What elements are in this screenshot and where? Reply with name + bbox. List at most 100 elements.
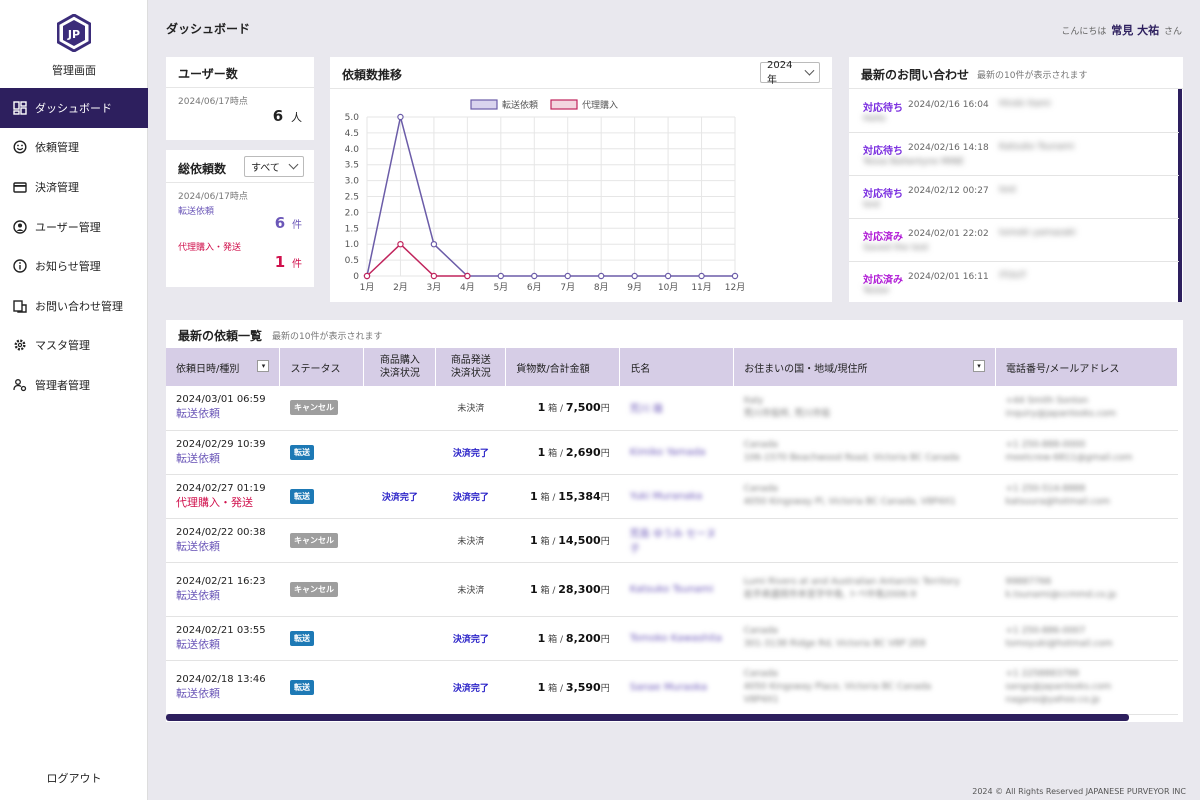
greeting-suffix: さん [1163, 27, 1182, 37]
cell-shipping-payment: 決済完了 [435, 474, 506, 519]
customer-name[interactable]: Tomoko Kawashita [630, 633, 722, 644]
x-tick-label: 7月 [560, 282, 575, 293]
brand-logo-icon[interactable]: JP [56, 13, 92, 53]
cell-date-type: 2024/02/21 16:23 転送依頼 [166, 562, 280, 617]
requests-table: 依頼日時/種別 ▾ ステータス 商品購入 決済状況 商品発送 決済状況 貨物数/合… [166, 348, 1179, 715]
sidebar-item-admins[interactable]: 管理者管理 [0, 365, 148, 405]
sidebar-item-master[interactable]: マスタ管理 [0, 326, 148, 366]
requests-title: 最新の依頼一覧 [178, 329, 263, 343]
total-requests-card: 総依頼数 すべて 2024/06/17時点 転送依頼 6 件 代理購入・発送 1… [166, 150, 314, 287]
x-tick-label: 11月 [691, 282, 711, 293]
request-date: 2024/02/21 03:55 [176, 624, 266, 636]
latest-inquiries-card: 最新のお問い合わせ 最新の10件が表示されます 対応待ち 2024/02/16 … [849, 57, 1183, 302]
customer-name[interactable]: 荒川 雄 [630, 404, 663, 415]
yen-unit: 円 [600, 683, 610, 694]
request-date: 2024/02/22 00:38 [176, 526, 266, 538]
sidebar-item-payments[interactable]: 決済管理 [0, 167, 148, 207]
sort-icon[interactable]: ▾ [257, 359, 270, 372]
customer-name[interactable]: Yuki Muranaka [630, 491, 702, 502]
inquiry-item[interactable]: 対応済み 2024/02/01 16:11 ITOUT Tester [849, 262, 1179, 302]
data-point [564, 272, 571, 280]
cell-address [733, 518, 996, 563]
customer-name[interactable]: 荒島 ゆうみ セーヌ 子 [630, 529, 716, 555]
table-row[interactable]: 2024/02/27 01:19 代理購入・発送 転送 決済完了 決済完了 1 箱 / 1… [166, 474, 1178, 519]
horizontal-scrollbar[interactable] [166, 714, 1129, 721]
customer-address: Canada 301-3138 Ridge Rd, Victoria BC V8… [743, 626, 926, 649]
customer-contact: +1 250-888-0000 meetcrew-6811@gmail.com [1005, 440, 1133, 463]
yen-unit: 円 [600, 492, 610, 503]
cell-purchase-payment [363, 518, 436, 563]
cell-address: Canada 301-3138 Ridge Rd, Victoria BC V8… [733, 616, 996, 661]
customer-contact: +1 2258883799 sangs@japanlooks.com nagan… [1005, 668, 1112, 705]
cell-status: 転送 [279, 430, 364, 475]
sidebar-item-label: 依頼管理 [35, 141, 79, 155]
table-row[interactable]: 2024/02/29 10:39 転送依頼 転送 決済完了 1 箱 / 2,690円 Ki… [166, 430, 1178, 475]
sidebar-item-dashboard[interactable]: ダッシュボード [0, 88, 148, 128]
cell-contact: +1 250-886-0007 tomoyuki@hotmail.com [995, 616, 1178, 661]
sidebar-item-inquiries[interactable]: お問い合わせ管理 [0, 286, 148, 326]
user-circle-icon [12, 219, 28, 235]
legend-swatch [550, 99, 578, 110]
request-date: 2024/02/18 13:46 [176, 673, 266, 685]
table-row[interactable]: 2024/02/21 03:55 転送依頼 転送 決済完了 1 箱 / 8,200円 To… [166, 616, 1178, 661]
inquiry-item[interactable]: 対応待ち 2024/02/16 16:04 Hiroki Itami Hello [849, 90, 1179, 133]
cell-address: Italy 荒川市役所, 荒川市役 [733, 386, 996, 431]
y-tick-label: 2.5 [345, 193, 359, 203]
sidebar-item-requests[interactable]: 依頼管理 [0, 128, 148, 168]
year-select-value: 2024年 [767, 59, 793, 86]
col-address[interactable]: お住まいの国・地域/現住所 ▾ [733, 348, 996, 386]
request-date: 2024/03/01 06:59 [176, 394, 266, 406]
box-unit: 箱 [548, 634, 558, 645]
table-row[interactable]: 2024/03/01 06:59 転送依頼 キャンセル 未決済 1 箱 / 7,500円… [166, 386, 1178, 431]
chevron-down-icon [804, 65, 815, 76]
cell-date-type: 2024/02/21 03:55 転送依頼 [166, 616, 280, 661]
customer-name[interactable]: Katsuko Tsunami [630, 584, 714, 595]
total-amount: 3,590 [565, 680, 601, 694]
sort-icon[interactable]: ▾ [972, 359, 985, 372]
inquiry-date: 2024/02/01 16:11 [908, 272, 989, 282]
cell-status: キャンセル [279, 518, 364, 563]
inquiry-item[interactable]: 対応済み 2024/02/01 22:02 tomoki yamazaki Sa… [849, 219, 1179, 262]
cell-contact: +44 Smith Sonton inquiry@japanlooks.com [995, 386, 1178, 431]
cell-name: Tomoko Kawashita [619, 616, 734, 661]
x-tick-label: 9月 [627, 282, 642, 293]
customer-name[interactable]: Kimiko Yamada [630, 447, 706, 458]
cell-date-type: 2024/02/22 00:38 転送依頼 [166, 518, 280, 563]
user-name: 常見 大祐 [1111, 24, 1160, 37]
cell-amount: 1 箱 / 28,300円 [505, 562, 620, 617]
cell-name: Kimiko Yamada [619, 430, 734, 475]
customer-name[interactable]: Sanae Muraoka [630, 682, 707, 693]
total-filter-value: すべて [251, 163, 280, 174]
sidebar-item-notices[interactable]: お知らせ管理 [0, 246, 148, 286]
status-badge: 転送 [289, 630, 314, 646]
legend-label: 転送依頼 [502, 99, 538, 111]
inquiry-date: 2024/02/16 16:04 [908, 100, 989, 110]
sidebar-item-users[interactable]: ユーザー管理 [0, 207, 148, 247]
data-point [731, 272, 739, 280]
transfer-label: 転送依頼 [178, 207, 215, 217]
user-count-title: ユーザー数 [178, 67, 238, 81]
proxy-count: 1 [274, 253, 286, 271]
table-row[interactable]: 2024/02/22 00:38 転送依頼 キャンセル 未決済 1 箱 / 14,500… [166, 518, 1178, 563]
cell-shipping-payment: 決済完了 [435, 430, 506, 475]
inquiry-item[interactable]: 対応待ち 2024/02/12 00:27 test test [849, 176, 1179, 219]
total-filter-select[interactable]: すべて [244, 156, 304, 177]
data-point [430, 240, 438, 248]
y-tick-label: 2.0 [345, 208, 360, 218]
x-tick-label: 12月 [725, 282, 745, 293]
divider [849, 88, 1183, 89]
y-tick-label: 5.0 [345, 113, 360, 123]
customer-address: Canada 4050 Kingsway Place, Victoria BC … [743, 668, 932, 705]
col-date-type[interactable]: 依頼日時/種別 ▾ [166, 348, 281, 386]
inquiry-item[interactable]: 対応待ち 2024/02/16 14:18 Katsuko Tsunami Te… [849, 133, 1179, 176]
col-purchase-payment: 商品購入 決済状況 [363, 348, 437, 386]
col-status: ステータス [279, 348, 365, 386]
chevron-down-icon [288, 159, 299, 170]
shipping-payment-status: 未決済 [457, 585, 485, 596]
table-row[interactable]: 2024/02/21 16:23 転送依頼 キャンセル 未決済 1 箱 / 28,300… [166, 562, 1178, 617]
table-row[interactable]: 2024/02/18 13:46 転送依頼 転送 決済完了 1 箱 / 3,590円 Sa… [166, 660, 1178, 715]
year-select[interactable]: 2024年 [760, 59, 820, 86]
yen-unit: 円 [600, 585, 610, 596]
logout-button[interactable]: ログアウト [0, 770, 148, 786]
sidebar-item-label: 決済管理 [35, 180, 79, 194]
